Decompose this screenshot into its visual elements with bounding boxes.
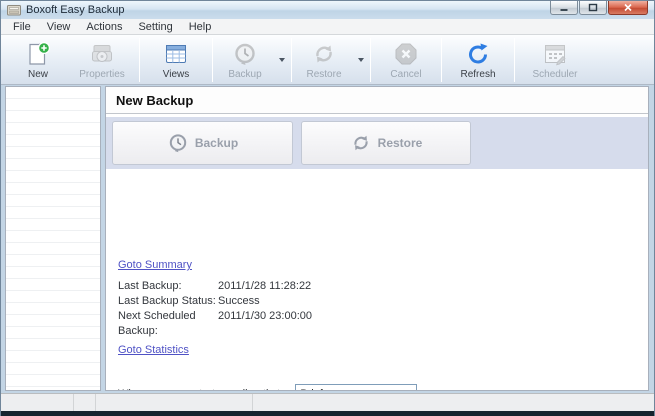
title-bar[interactable]: Boxoft Easy Backup <box>1 1 654 19</box>
startup-option-row: When program starts go directly to: Brie… <box>118 384 648 391</box>
menu-view[interactable]: View <box>39 20 79 34</box>
restore-arrows-icon <box>311 41 337 67</box>
toolbar-label: Scheduler <box>532 69 578 80</box>
cancel-octagon-icon <box>393 41 419 67</box>
app-icon <box>7 4 21 16</box>
window-controls <box>549 1 648 15</box>
info-label: Last Backup: <box>118 280 182 292</box>
info-row-last-backup: Last Backup: 2011/1/28 11:28:22 <box>118 279 648 294</box>
info-value: 2011/1/28 11:28:22 <box>218 280 312 292</box>
toolbar-label: New <box>27 69 48 80</box>
maximize-icon <box>588 3 598 12</box>
toolbar-label: Restore <box>306 69 342 80</box>
toolbar-separator <box>139 37 140 82</box>
summary-content: Goto Summary Last Backup: 2011/1/28 11:2… <box>106 169 648 391</box>
window-title: Boxoft Easy Backup <box>26 4 125 16</box>
backup-info: Last Backup: 2011/1/28 11:28:22 Last Bac… <box>118 279 648 339</box>
menu-help[interactable]: Help <box>181 20 220 34</box>
startup-target-select[interactable]: Brief <box>295 384 418 391</box>
status-segment <box>74 394 96 411</box>
scheduler-calendar-icon <box>542 41 568 67</box>
minimize-icon <box>560 8 568 11</box>
toolbar-button-views[interactable]: Views <box>142 37 210 83</box>
backup-clock-icon <box>169 134 187 153</box>
menu-actions[interactable]: Actions <box>78 20 130 34</box>
toolbar-button-scheduler[interactable]: Scheduler <box>517 37 593 83</box>
status-bar <box>1 393 654 411</box>
toolbar-label: Backup <box>228 69 262 80</box>
action-strip: Backup Restore <box>106 117 648 169</box>
properties-icon <box>89 41 115 67</box>
toolbar-button-cancel[interactable]: Cancel <box>373 37 439 83</box>
startup-target-value: Brief <box>300 388 401 391</box>
toolbar-button-restore[interactable]: Restore <box>294 37 354 83</box>
info-row-next-scheduled: Next Scheduled Backup: 2011/1/30 23:00:0… <box>118 309 648 339</box>
toolbar-button-new[interactable]: New <box>9 37 67 83</box>
toolbar-separator <box>514 37 515 82</box>
toolbar-separator <box>291 37 292 82</box>
info-value: Success <box>218 295 260 307</box>
toolbar-separator <box>370 37 371 82</box>
new-document-icon <box>25 41 51 67</box>
menu-bar: File View Actions Setting Help <box>1 19 654 35</box>
page-title: New Backup <box>106 87 648 114</box>
backup-clock-icon <box>232 41 258 67</box>
goto-summary-link[interactable]: Goto Summary <box>118 259 192 271</box>
app-window: Boxoft Easy Backup File View Actions Set… <box>0 0 655 416</box>
status-segment <box>1 394 74 411</box>
views-grid-icon <box>163 41 189 67</box>
backup-dropdown-button[interactable] <box>275 38 289 82</box>
toolbar: New Properties Views Backup Restore Canc… <box>1 35 654 85</box>
refresh-icon <box>465 41 491 67</box>
info-label: Last Backup Status: <box>118 295 216 307</box>
backup-big-button-label: Backup <box>194 136 239 150</box>
close-icon <box>624 3 632 12</box>
restore-dropdown-button[interactable] <box>354 38 368 82</box>
info-value: 2011/1/30 23:00:00 <box>218 310 312 322</box>
toolbar-label: Cancel <box>390 69 422 80</box>
goto-statistics-link[interactable]: Goto Statistics <box>118 344 189 356</box>
main-panel: New Backup Backup Restore Goto Summary L… <box>105 86 649 391</box>
backup-big-button[interactable]: Backup <box>112 121 293 165</box>
status-segment <box>96 394 253 411</box>
restore-big-button[interactable]: Restore <box>301 121 471 165</box>
chevron-down-icon <box>279 57 285 62</box>
maximize-button[interactable] <box>579 1 607 15</box>
info-row-last-status: Last Backup Status: Success <box>118 294 648 309</box>
toolbar-button-properties[interactable]: Properties <box>67 37 137 83</box>
window-bottom-edge <box>1 411 654 416</box>
startup-option-label: When program starts go directly to: <box>118 388 289 391</box>
restore-arrows-icon <box>354 135 368 151</box>
chevron-down-icon <box>358 57 364 62</box>
toolbar-button-backup[interactable]: Backup <box>215 37 275 83</box>
minimize-button[interactable] <box>550 1 578 15</box>
toolbar-label: Refresh <box>460 69 496 80</box>
info-label: Next Scheduled Backup: <box>118 310 196 337</box>
toolbar-separator <box>212 37 213 82</box>
menu-setting[interactable]: Setting <box>130 20 180 34</box>
toolbar-button-refresh[interactable]: Refresh <box>444 37 512 83</box>
backup-task-list[interactable] <box>5 86 101 391</box>
toolbar-label: Views <box>162 69 190 80</box>
toolbar-separator <box>441 37 442 82</box>
combo-dropdown-button[interactable] <box>401 385 416 390</box>
status-segment <box>253 394 654 411</box>
window-body: New Backup Backup Restore Goto Summary L… <box>1 85 654 393</box>
restore-big-button-label: Restore <box>377 136 423 150</box>
menu-file[interactable]: File <box>5 20 39 34</box>
close-button[interactable] <box>608 1 648 15</box>
toolbar-label: Properties <box>79 69 125 80</box>
